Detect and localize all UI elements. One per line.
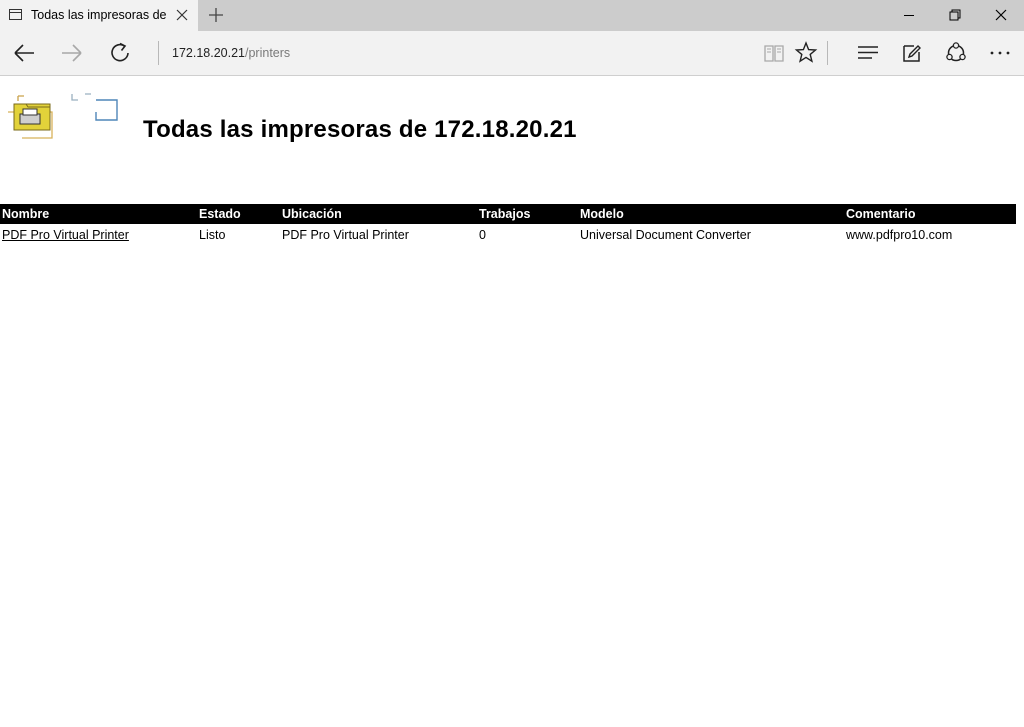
more-icon[interactable] bbox=[985, 39, 1015, 67]
refresh-icon[interactable] bbox=[105, 39, 135, 67]
table-header-row: Nombre Estado Ubicación Trabajos Modelo … bbox=[0, 204, 1016, 224]
star-icon[interactable] bbox=[791, 39, 821, 67]
header-comentario: Comentario bbox=[844, 204, 1016, 224]
note-icon[interactable] bbox=[897, 39, 927, 67]
printer-link[interactable]: PDF Pro Virtual Printer bbox=[2, 228, 129, 242]
close-icon[interactable] bbox=[173, 6, 191, 24]
back-arrow-icon[interactable] bbox=[9, 39, 39, 67]
printer-folder-icon bbox=[8, 93, 118, 139]
cell-model: Universal Document Converter bbox=[580, 227, 751, 242]
cell-location: PDF Pro Virtual Printer bbox=[282, 227, 409, 242]
header-estado: Estado bbox=[197, 204, 280, 224]
cell-status: Listo bbox=[199, 227, 226, 242]
address-divider bbox=[158, 41, 159, 65]
share-icon[interactable] bbox=[941, 39, 971, 67]
reading-view-icon[interactable] bbox=[759, 39, 789, 67]
page-title: Todas las impresoras de 172.18.20.21 bbox=[143, 116, 577, 143]
cell-name: PDF Pro Virtual Printer bbox=[0, 224, 197, 245]
header-ubicacion: Ubicación bbox=[280, 204, 477, 224]
navigation-bar: 172.18.20.21/printers bbox=[0, 31, 1024, 76]
url-path: /printers bbox=[245, 46, 291, 60]
header-modelo: Modelo bbox=[578, 204, 844, 224]
tab-title: Todas las impresoras de bbox=[31, 8, 167, 22]
printers-table: Nombre Estado Ubicación Trabajos Modelo … bbox=[0, 204, 1016, 245]
minimize-icon[interactable] bbox=[886, 0, 932, 31]
toolbar-divider bbox=[827, 41, 828, 65]
hub-icon[interactable] bbox=[853, 39, 883, 67]
cell-jobs: 0 bbox=[479, 227, 486, 242]
forward-arrow-icon[interactable] bbox=[57, 39, 87, 67]
cell-comment: www.pdfpro10.com bbox=[846, 227, 953, 242]
url-host: 172.18.20.21 bbox=[172, 46, 245, 60]
browser-tab[interactable]: Todas las impresoras de bbox=[0, 0, 198, 31]
close-window-icon[interactable] bbox=[978, 0, 1024, 31]
tab-strip: Todas las impresoras de bbox=[0, 0, 1024, 31]
restore-icon[interactable] bbox=[932, 0, 978, 31]
plus-icon[interactable] bbox=[206, 5, 226, 25]
page-icon bbox=[9, 9, 22, 20]
header-nombre: Nombre bbox=[0, 204, 197, 224]
address-bar[interactable]: 172.18.20.21/printers bbox=[172, 46, 290, 60]
header-trabajos: Trabajos bbox=[477, 204, 578, 224]
table-row: PDF Pro Virtual Printer Listo PDF Pro Vi… bbox=[0, 224, 1016, 245]
